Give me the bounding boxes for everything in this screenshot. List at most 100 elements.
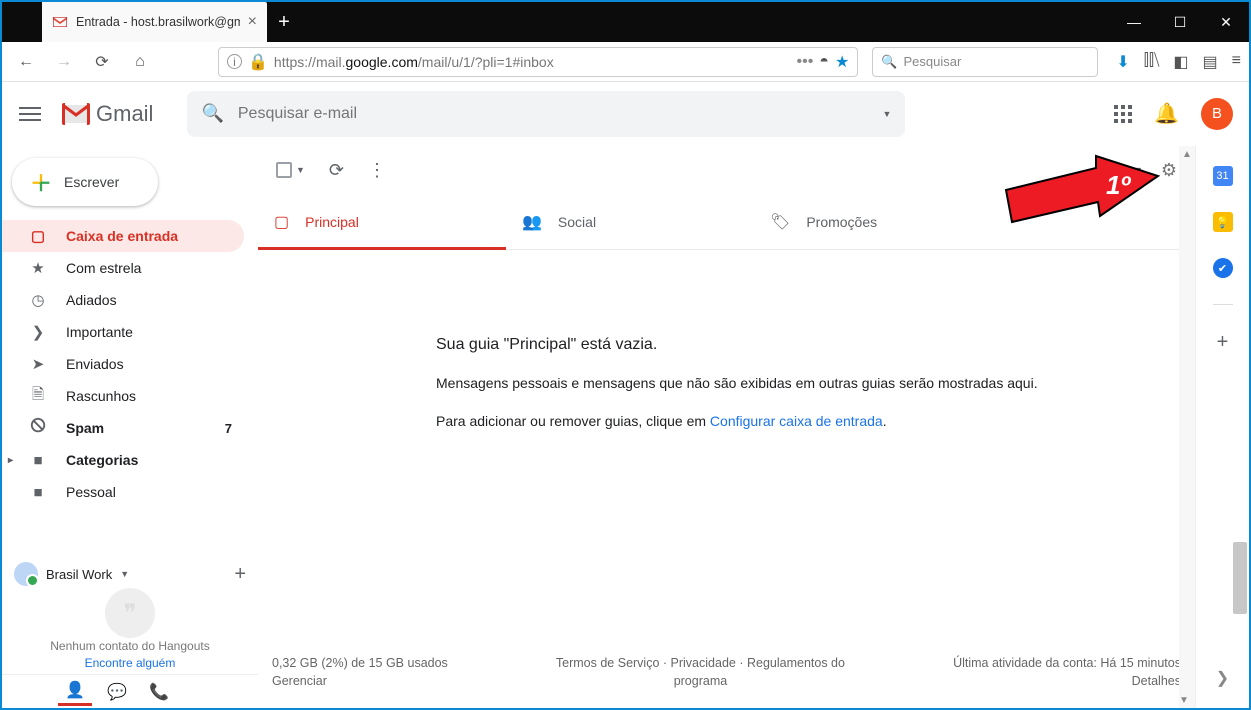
search-options-icon[interactable]: ▼ [883, 109, 892, 119]
mail-footer: 0,32 GB (2%) de 15 GB usados Gerenciar T… [258, 636, 1195, 708]
empty-line2: Para adicionar ou remover guias, clique … [436, 410, 1098, 432]
calendar-addon-icon[interactable]: 31 [1213, 166, 1233, 186]
divider [1213, 304, 1233, 305]
sidebar-item-com-estrela[interactable]: ★ Com estrela [2, 252, 244, 284]
gmail-search[interactable]: 🔍 ▼ [187, 91, 905, 137]
settings-gear-icon[interactable]: ⚙ [1161, 160, 1177, 181]
sidebar-item-caixa-de-entrada[interactable]: ▢Caixa de entrada [2, 220, 244, 252]
gmail-logo[interactable]: Gmail [62, 101, 153, 127]
nav-label: Caixa de entrada [66, 228, 178, 244]
hangouts-chat-tab[interactable]: 💬 [100, 678, 134, 706]
sidebar-item-categorias[interactable]: ▸■Categorias [2, 444, 244, 476]
browser-tab[interactable]: Entrada - host.brasilwork@gma × [42, 2, 267, 42]
chevron-down-icon[interactable]: ▼ [120, 569, 129, 579]
refresh-button[interactable]: ⟳ [329, 160, 344, 181]
content-scrollbar[interactable]: ▲ ▼ [1179, 146, 1195, 708]
nav-label: Enviados [66, 356, 124, 372]
new-conversation-button[interactable]: + [234, 563, 246, 586]
lock-icon: 🔒 [248, 52, 268, 72]
select-all-checkbox[interactable]: ▼ [276, 162, 305, 178]
collapse-sidepanel-icon[interactable]: ❯ [1216, 668, 1229, 688]
reader-icon[interactable]: ▤ [1203, 52, 1218, 72]
manage-storage-link[interactable]: Gerenciar [272, 674, 327, 688]
close-icon[interactable]: × [248, 13, 257, 31]
gmail-m-icon [62, 103, 90, 125]
url-field[interactable]: i 🔒 https://mail.google.com/mail/u/1/?pl… [218, 47, 858, 77]
addons-sidepanel: 31 💡 ✔ + ❯ [1195, 146, 1249, 708]
hangouts-section: Brasil Work ▼ + ❞ Nenhum contato do Hang… [2, 554, 258, 674]
activity-details-link[interactable]: Detalhes [1132, 674, 1181, 688]
tab-promotions[interactable]: 🏷 Promoções [754, 194, 1002, 249]
tab-title: Entrada - host.brasilwork@gma [76, 15, 240, 29]
reload-button[interactable]: ⟳ [86, 46, 118, 78]
compose-label: Escrever [64, 174, 119, 190]
nav-label: Pessoal [66, 484, 116, 500]
nav-label: Importante [66, 324, 133, 340]
home-button[interactable]: ⌂ [124, 46, 156, 78]
account-avatar[interactable]: B [1201, 98, 1233, 130]
nav-label: Com estrela [66, 260, 141, 276]
scroll-up-icon[interactable]: ▲ [1179, 146, 1195, 162]
nav-label: Adiados [66, 292, 117, 308]
sidebar-item-enviados[interactable]: ➤ Enviados [2, 348, 244, 380]
gmail-search-input[interactable] [238, 105, 869, 123]
bookmark-star-icon[interactable]: ★ [835, 52, 849, 72]
search-placeholder: Pesquisar [904, 54, 962, 69]
input-tools-button[interactable]: Pt ▼ [1119, 163, 1143, 178]
main-menu-icon[interactable] [18, 102, 42, 126]
menu-icon[interactable]: ≡ [1232, 52, 1241, 72]
get-addons-button[interactable]: + [1217, 331, 1229, 354]
tab-social[interactable]: 👥 Social [506, 194, 754, 249]
downloads-icon[interactable]: ⬇ [1116, 52, 1129, 72]
empty-line1: Mensagens pessoais e mensagens que não s… [436, 372, 1098, 394]
hangouts-quote-icon: ❞ [105, 588, 155, 638]
gmail-icon [52, 14, 68, 30]
library-icon[interactable]: ⫿⫿⧹ [1144, 52, 1160, 72]
sidebar-item-rascunhos[interactable]: 🗎Rascunhos [2, 380, 244, 412]
search-icon: 🔍 [201, 103, 223, 124]
gmail-header: Gmail 🔍 ▼ 🔔 B [2, 82, 1249, 146]
google-apps-icon[interactable] [1114, 105, 1132, 123]
forward-button[interactable]: → [48, 46, 80, 78]
back-button[interactable]: ← [10, 46, 42, 78]
tasks-addon-icon[interactable]: ✔ [1213, 258, 1233, 278]
more-actions-button[interactable]: ⋮ [368, 160, 384, 181]
shield-icon[interactable]: ◓ [819, 53, 829, 71]
privacy-link[interactable]: Privacidade [671, 656, 736, 670]
new-tab-button[interactable]: + [267, 2, 301, 42]
minimize-button[interactable]: — [1111, 2, 1157, 42]
keep-addon-icon[interactable]: 💡 [1213, 212, 1233, 232]
nav-label: Rascunhos [66, 388, 136, 404]
page-actions-icon[interactable]: ••• [796, 53, 813, 71]
nav-icon: ❯ [28, 323, 48, 341]
nav-icon: ★ [28, 259, 48, 277]
sidebar-icon[interactable]: ◧ [1173, 52, 1188, 72]
browser-search-field[interactable]: 🔍 Pesquisar [872, 47, 1098, 77]
hangouts-user[interactable]: Brasil Work ▼ + [14, 562, 246, 586]
close-window-button[interactable]: ✕ [1203, 2, 1249, 42]
notifications-icon[interactable]: 🔔 [1154, 101, 1179, 126]
hangouts-tabs: 👤 💬 📞 [2, 674, 258, 708]
sidebar-item-spam[interactable]: 🛇Spam7 [2, 412, 244, 444]
sidebar-item-importante[interactable]: ❯ Importante [2, 316, 244, 348]
titlebar: Entrada - host.brasilwork@gma × + — ☐ ✕ [2, 2, 1249, 42]
hangouts-contacts-tab[interactable]: 👤 [58, 678, 92, 706]
sidebar-item-adiados[interactable]: ◷Adiados [2, 284, 244, 316]
hangouts-phone-tab[interactable]: 📞 [142, 678, 176, 706]
hangouts-find-link[interactable]: Encontre alguém [85, 656, 176, 670]
configure-inbox-link[interactable]: Configurar caixa de entrada [710, 413, 883, 429]
activity-info: Última atividade da conta: Há 15 minutos… [953, 654, 1181, 690]
compose-button[interactable]: ＋ Escrever [12, 158, 158, 206]
expand-icon: ▸ [8, 455, 13, 466]
nav-icon: ➤ [28, 355, 48, 373]
empty-state: Sua guia "Principal" está vazia. Mensage… [258, 250, 1138, 468]
tab-primary[interactable]: ▢ Principal [258, 194, 506, 249]
site-info-icon[interactable]: i [227, 54, 242, 69]
maximize-button[interactable]: ☐ [1157, 2, 1203, 42]
nav-icon: ■ [28, 484, 48, 501]
terms-link[interactable]: Termos de Serviço [556, 656, 660, 670]
nav-label: Categorias [66, 452, 138, 468]
scroll-down-icon[interactable]: ▼ [1179, 692, 1189, 708]
sidebar-item-pessoal[interactable]: ■ Pessoal [2, 476, 244, 508]
people-icon: 👥 [522, 212, 542, 232]
